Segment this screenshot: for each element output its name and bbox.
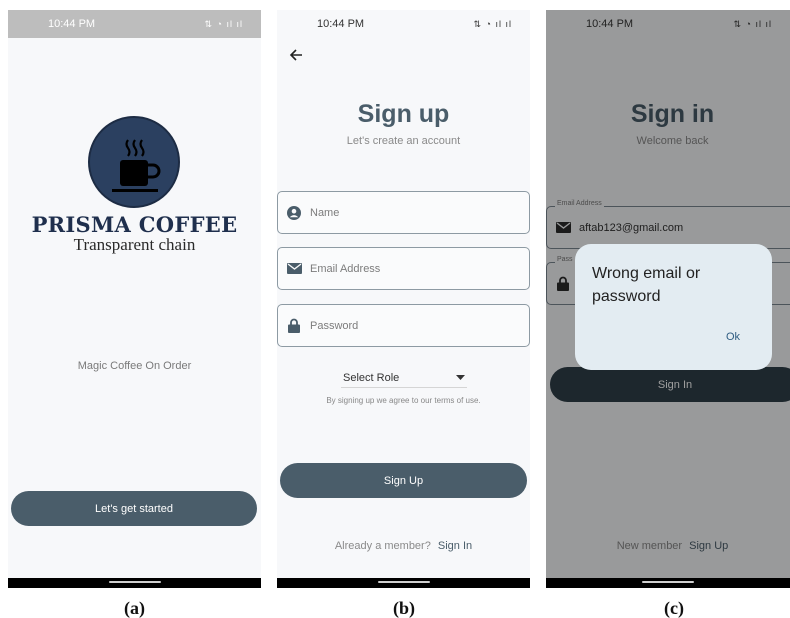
coffee-logo	[88, 116, 180, 208]
status-icons: ⇅ ◔ ıl ıl	[733, 18, 772, 29]
coffee-cup-icon	[112, 139, 161, 192]
back-arrow-icon[interactable]	[289, 48, 303, 62]
person-icon	[278, 205, 310, 220]
caption-a: (a)	[124, 598, 145, 618]
email-field[interactable]: Email Address	[277, 247, 530, 290]
status-time: 10:44 PM	[586, 18, 634, 30]
status-time: 10:44 PM	[317, 18, 365, 30]
sign-in-link[interactable]: Sign In	[438, 540, 472, 552]
password-field[interactable]: Password	[277, 304, 530, 347]
role-select-label: Select Role	[343, 371, 400, 384]
terms-text: By signing up we agree to our terms of u…	[326, 396, 481, 405]
status-time: 10:44 PM	[48, 18, 96, 30]
status-bar: 10:44 PM ⇅ ◔ ıl ıl	[277, 10, 530, 38]
sign-up-button[interactable]: Sign Up	[280, 463, 527, 498]
mail-icon	[278, 263, 310, 274]
system-nav-bar	[8, 578, 261, 588]
name-placeholder: Name	[310, 206, 340, 219]
status-icons: ⇅ ◔ ıl ıl	[473, 18, 512, 29]
status-bar: 10:44 PM ⇅ ◔ ıl ıl	[546, 10, 790, 38]
login-prompt-text: Already a member?	[334, 540, 431, 552]
signup-screen: 10:44 PM ⇅ ◔ ıl ıl Sign up Let's create …	[277, 10, 530, 588]
home-handle[interactable]	[642, 581, 694, 583]
home-handle[interactable]	[377, 581, 430, 583]
page-title: Sign up	[357, 100, 450, 128]
dropdown-arrow-icon	[456, 375, 465, 380]
login-prompt: Already a member? Sign In	[277, 540, 530, 552]
splash-screen: 10:44 PM ⇅ ◔ ıl ıl PRISMA COFFEE Transpa…	[8, 10, 261, 588]
password-placeholder: Password	[310, 319, 359, 332]
error-dialog: Wrong email or password Ok	[575, 244, 772, 370]
status-icons: ⇅ ◔ ıl ıl	[204, 18, 243, 29]
tagline: Magic Coffee On Order	[77, 360, 192, 372]
system-nav-bar	[546, 578, 790, 588]
home-handle[interactable]	[108, 581, 161, 583]
caption-c: (c)	[664, 598, 684, 618]
name-field[interactable]: Name	[277, 191, 530, 234]
system-nav-bar	[277, 578, 530, 588]
brand-subtitle: Transparent chain	[73, 235, 196, 254]
error-message: Wrong email or password	[592, 265, 701, 305]
brand-title: PRISMA COFFEE	[31, 212, 238, 237]
get-started-button[interactable]: Let's get started	[11, 491, 257, 526]
lock-icon	[278, 318, 310, 333]
status-bar: 10:44 PM ⇅ ◔ ıl ıl	[8, 10, 261, 38]
dialog-ok-button[interactable]: Ok	[726, 331, 740, 343]
caption-b: (b)	[393, 598, 415, 618]
page-subtitle: Let's create an account	[346, 135, 461, 147]
signin-screen: Sign in Welcome back Email Address aftab…	[546, 10, 790, 588]
email-placeholder: Email Address	[310, 262, 381, 275]
role-select[interactable]: Select Role	[341, 368, 467, 388]
